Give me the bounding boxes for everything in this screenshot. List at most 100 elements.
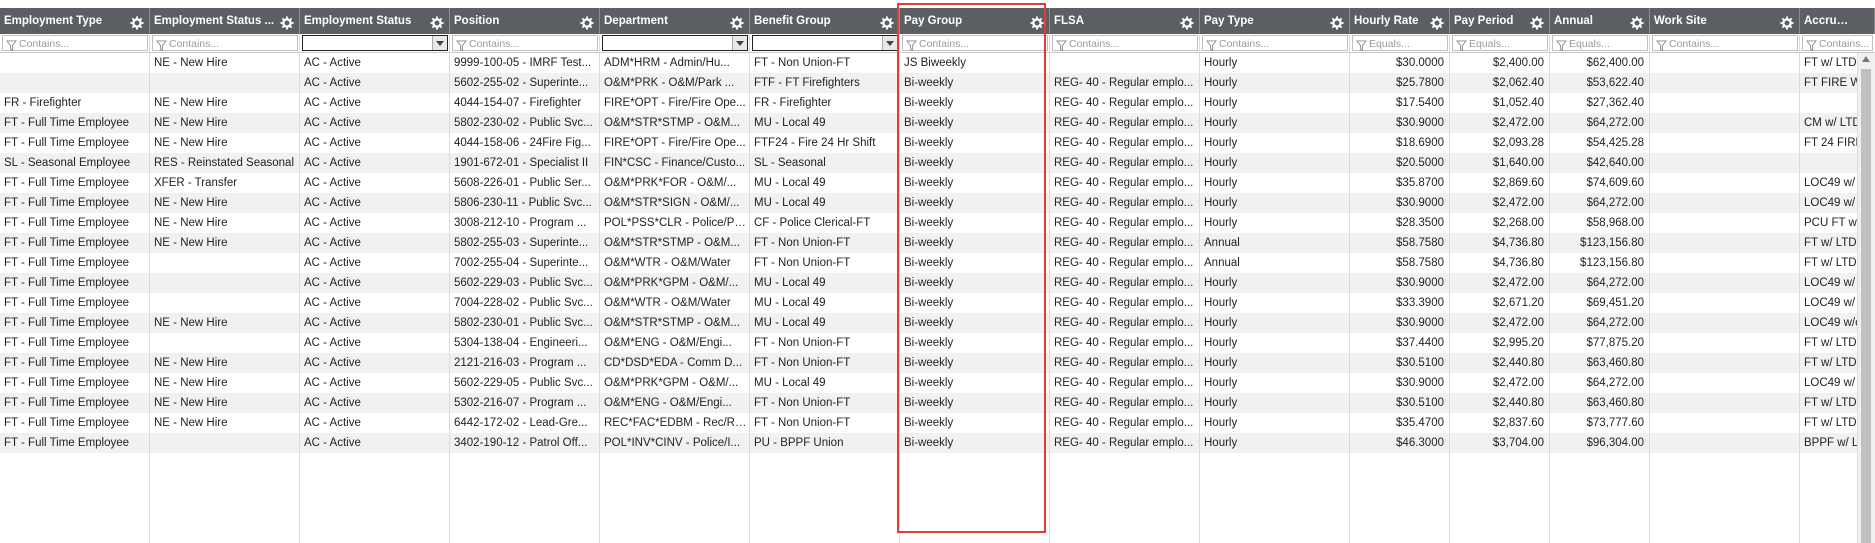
cell-employment-status: AC - Active <box>304 157 361 169</box>
filter-icon <box>1205 38 1218 51</box>
table-row[interactable]: FT - Full Time Employee NE - New Hire AC -… <box>0 373 1858 393</box>
table-row[interactable]: AC - Active 5602-255-02 - Superinte... O&M… <box>0 73 1864 93</box>
table-row[interactable]: NE - New Hire AC - Active 9999-100-05 - IM… <box>0 53 1860 73</box>
table-row[interactable]: FT - Full Time Employee AC - Active 7004-2… <box>0 293 1858 313</box>
gear-icon[interactable] <box>1630 14 1644 30</box>
cell-flsa: REG- 40 - Regular emplo... <box>1054 337 1194 349</box>
table-row[interactable]: FT - Full Time Employee AC - Active 5304-1… <box>0 333 1860 353</box>
column-header-flsa[interactable]: FLSA <box>1050 8 1200 34</box>
table-row[interactable]: FT - Full Time Employee NE - New Hire AC -… <box>0 353 1860 373</box>
cell-department: FIRE*OPT - Fire/Fire Ope... <box>604 97 746 109</box>
filter-select-employment-status[interactable] <box>302 35 448 51</box>
cell-pay-period: $2,472.00 <box>1492 317 1544 329</box>
filter-input-pay-period[interactable]: Equals... <box>1452 35 1548 51</box>
filter-input-hourly-rate[interactable]: Equals... <box>1352 35 1448 51</box>
column-divider <box>1349 34 1350 543</box>
cell-position: 5304-138-04 - Engineeri... <box>454 337 588 349</box>
gear-icon[interactable] <box>1030 14 1044 30</box>
cell-pay-type: Annual <box>1204 237 1240 249</box>
filter-input-pay-type[interactable]: Contains... <box>1202 35 1348 51</box>
cell-work-site <box>1650 293 1800 313</box>
table-row[interactable]: FT - Full Time Employee NE - New Hire AC -… <box>0 133 1863 153</box>
column-header-position[interactable]: Position <box>450 8 600 34</box>
chevron-down-icon[interactable] <box>882 36 897 50</box>
table-row[interactable]: SL - Seasonal Employee RES - Reinstated S… <box>0 153 1858 173</box>
column-header-row: Employment Type Employment Status ... Empl… <box>0 8 1875 34</box>
column-header-pay-period[interactable]: Pay Period <box>1450 8 1550 34</box>
cell-employment-status: AC - Active <box>304 177 361 189</box>
column-header-employment-type[interactable]: Employment Type <box>0 8 150 34</box>
cell-employment-status: NE - New Hire <box>154 237 228 249</box>
column-header-work-site[interactable]: Work Site <box>1650 8 1800 34</box>
gear-icon[interactable] <box>1530 14 1544 30</box>
cell-pay-group: Bi-weekly <box>904 217 954 229</box>
cell-employment-type: FT - Full Time Employee <box>4 437 130 449</box>
cell-flsa: REG- 40 - Regular emplo... <box>1054 137 1194 149</box>
filter-input-accrual-plan[interactable]: Contains... <box>1802 35 1873 51</box>
table-row[interactable]: FT - Full Time Employee NE - New Hire AC -… <box>0 413 1860 433</box>
gear-icon[interactable] <box>130 14 144 30</box>
gear-icon[interactable] <box>1330 14 1344 30</box>
filter-input-flsa[interactable]: Contains... <box>1052 35 1198 51</box>
chevron-down-icon[interactable] <box>432 36 447 50</box>
filter-placeholder: Contains... <box>19 38 70 50</box>
cell-employment-status: AC - Active <box>304 197 361 209</box>
scroll-up-arrow-icon[interactable] <box>1862 56 1870 62</box>
cell-position: 9999-100-05 - IMRF Test... <box>454 57 592 69</box>
cell-employment-status: AC - Active <box>304 137 361 149</box>
column-header-benefit-group[interactable]: Benefit Group <box>750 8 900 34</box>
cell-employment-status: AC - Active <box>304 257 361 269</box>
column-header-pay-type[interactable]: Pay Type <box>1200 8 1350 34</box>
column-divider <box>749 34 750 543</box>
table-row[interactable]: FT - Full Time Employee NE - New Hire AC -… <box>0 113 1861 133</box>
cell-work-site <box>1650 393 1800 413</box>
chevron-down-icon[interactable] <box>732 36 747 50</box>
cell-benefit-group: SL - Seasonal <box>754 157 826 169</box>
gear-icon[interactable] <box>280 14 294 30</box>
cell-employment-type: FT - Full Time Employee <box>4 277 130 289</box>
table-row[interactable]: FR - Firefighter NE - New Hire AC - Active… <box>0 93 1858 113</box>
column-header-annual[interactable]: Annual <box>1550 8 1650 34</box>
gear-icon[interactable] <box>1430 14 1444 30</box>
table-row[interactable]: FT - Full Time Employee NE - New Hire AC -… <box>0 233 1860 253</box>
cell-benefit-group: FT - Non Union-FT <box>754 417 851 429</box>
cell-hourly-rate: $28.3500 <box>1396 217 1444 229</box>
gear-icon[interactable] <box>430 14 444 30</box>
table-row[interactable]: FT - Full Time Employee XFER - Transfer AC… <box>0 173 1858 193</box>
cell-flsa: REG- 40 - Regular emplo... <box>1054 77 1194 89</box>
filter-input-annual[interactable]: Equals... <box>1552 35 1648 51</box>
table-row[interactable]: FT - Full Time Employee AC - Active 3402-1… <box>0 433 1865 453</box>
vertical-scrollbar[interactable] <box>1857 53 1875 543</box>
gear-icon[interactable] <box>880 14 894 30</box>
column-divider <box>1199 34 1200 543</box>
table-row[interactable]: FT - Full Time Employee AC - Active 5602-2… <box>0 273 1858 293</box>
filter-input-employment-type[interactable]: Contains... <box>2 35 148 51</box>
scrollbar-thumb[interactable] <box>1861 69 1871 543</box>
column-header-department[interactable]: Department <box>600 8 750 34</box>
gear-icon[interactable] <box>1780 14 1794 30</box>
column-header-hourly-rate[interactable]: Hourly Rate <box>1350 8 1450 34</box>
filter-select-benefit-group[interactable] <box>752 35 898 51</box>
column-header-employment-status[interactable]: Employment Status <box>300 8 450 34</box>
cell-hourly-rate: $30.9000 <box>1396 117 1444 129</box>
table-row[interactable]: FT - Full Time Employee NE - New Hire AC -… <box>0 393 1860 413</box>
table-row[interactable]: FT - Full Time Employee AC - Active 7002-2… <box>0 253 1860 273</box>
column-header-pay-group[interactable]: Pay Group <box>900 8 1050 34</box>
gear-icon[interactable] <box>1180 14 1194 30</box>
cell-employment-status: AC - Active <box>304 357 361 369</box>
filter-input-employment-status[interactable]: Contains... <box>152 35 298 51</box>
cell-position: 5602-229-03 - Public Svc... <box>454 277 593 289</box>
table-row[interactable]: FT - Full Time Employee NE - New Hire AC -… <box>0 193 1858 213</box>
filter-select-department[interactable] <box>602 35 748 51</box>
gear-icon[interactable] <box>580 14 594 30</box>
cell-position: 2121-216-03 - Program ... <box>454 357 587 369</box>
table-row[interactable]: FT - Full Time Employee NE - New Hire AC -… <box>0 213 1860 233</box>
filter-input-work-site[interactable]: Contains... <box>1652 35 1798 51</box>
filter-input-pay-group[interactable]: Contains... <box>902 35 1048 51</box>
column-header-employment-status[interactable]: Employment Status ... <box>150 8 300 34</box>
column-header-accrual-plan[interactable]: Accrual Plan <box>1800 8 1875 34</box>
cell-benefit-group: PU - BPPF Union <box>754 437 844 449</box>
table-row[interactable]: FT - Full Time Employee NE - New Hire AC -… <box>0 313 1861 333</box>
filter-input-position[interactable]: Contains... <box>452 35 598 51</box>
gear-icon[interactable] <box>730 14 744 30</box>
